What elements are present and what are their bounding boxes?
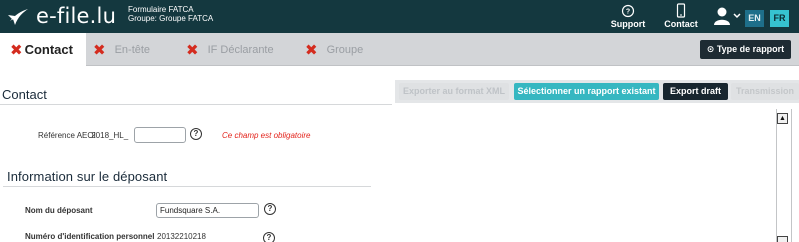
tab-label: En-tête (114, 43, 151, 56)
tab-label: IF Déclarante (207, 43, 274, 56)
report-type-button[interactable]: ⊙ Type de rapport (700, 40, 791, 59)
section-title: Contact (2, 87, 47, 102)
brand-name[interactable]: e-file.lu (36, 4, 116, 28)
depositor-name-field[interactable]: Fundsquare S.A. (156, 203, 259, 218)
reference-label: Référence AEOI (38, 131, 96, 140)
top-bar: e-file.lu Formulaire FATCA Groupe: Group… (0, 0, 799, 33)
tab-en-tete[interactable]: ✖ En-tête (93, 33, 150, 66)
form-subtitle: Formulaire FATCA Groupe: Groupe FATCA (128, 5, 213, 23)
support-button[interactable]: ? Support (609, 3, 647, 29)
tab-if-declarante[interactable]: ✖ IF Déclarante (186, 33, 274, 66)
error-x-icon: ✖ (186, 41, 199, 59)
group-name: Groupe: Groupe FATCA (128, 14, 214, 23)
tab-bar: ✖ Contact ✖ En-tête ✖ IF Déclarante ✖ Gr… (0, 33, 799, 66)
error-x-icon: ✖ (10, 41, 23, 59)
help-icon[interactable]: ? (263, 232, 275, 242)
required-field-error: Ce champ est obligatoire (222, 131, 311, 140)
error-x-icon: ✖ (93, 41, 106, 59)
transmission-button[interactable]: Transmission (731, 83, 799, 100)
section-divider (0, 104, 392, 105)
tab-label: Contact (24, 42, 73, 57)
section-divider (3, 186, 371, 187)
select-existing-report-button[interactable]: Sélectionner un rapport existant (514, 83, 659, 100)
contact-button[interactable]: Contact (661, 3, 701, 29)
tab-label: Groupe (326, 43, 364, 56)
depositor-name-label: Nom du déposant (25, 206, 93, 215)
form-title: Formulaire FATCA (128, 5, 194, 14)
error-x-icon: ✖ (305, 41, 318, 59)
support-label: Support (610, 19, 646, 29)
scrollbar[interactable] (776, 109, 792, 242)
personal-id-value: 20132210218 (157, 232, 206, 241)
user-menu-icon[interactable] (713, 6, 741, 26)
contact-label: Contact (664, 19, 698, 29)
lang-fr-button[interactable]: FR (770, 10, 789, 27)
help-icon[interactable]: ? (264, 203, 276, 215)
reference-prefix: .2018_HL_ (89, 131, 129, 140)
scroll-down-arrow-icon[interactable] (777, 236, 788, 242)
help-circle-icon: ? (621, 4, 635, 18)
export-xml-button[interactable]: Exporter au format XML (399, 83, 509, 100)
lang-en-button[interactable]: EN (745, 10, 764, 27)
tab-contact[interactable]: ✖ Contact (0, 33, 86, 66)
reference-input[interactable] (134, 127, 186, 143)
export-draft-button[interactable]: Export draft (663, 83, 728, 100)
svg-text:?: ? (626, 9, 630, 16)
depositor-section-title: Information sur le déposant (7, 169, 168, 184)
phone-icon (676, 3, 686, 18)
tab-groupe[interactable]: ✖ Groupe (305, 33, 363, 66)
scroll-up-arrow-icon[interactable]: ▲ (777, 113, 788, 124)
personal-id-label: Numéro d'identification personnel (25, 232, 155, 241)
star-swoosh-logo-icon[interactable] (7, 6, 29, 28)
help-icon[interactable]: ? (190, 128, 202, 140)
